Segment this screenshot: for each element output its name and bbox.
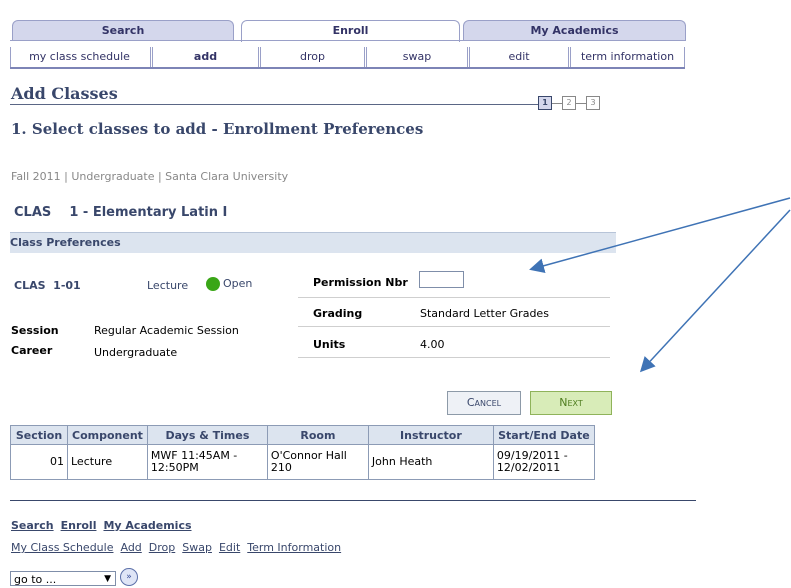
table-row: 01 Lecture MWF 11:45AM -12:50PM O'Connor…: [10, 444, 595, 480]
annotation-arrows: [529, 197, 791, 373]
term-line: Fall 2011 | Undergraduate | Santa Clara …: [11, 170, 289, 183]
career-label: Career: [11, 344, 53, 357]
step-1: 1: [538, 96, 552, 110]
permission-number-input[interactable]: [419, 271, 464, 288]
col-component: Component: [67, 425, 148, 445]
course-title: CLAS 1 - Elementary Latin I: [14, 205, 228, 220]
step-3: 3: [586, 96, 600, 110]
tab-my-academics[interactable]: My Academics: [463, 20, 686, 41]
class-component: Lecture: [147, 279, 189, 292]
arrow-to-permission: [529, 197, 791, 274]
status-label: Open: [223, 277, 253, 290]
class-code: CLAS 1-01: [14, 279, 81, 292]
footer-link-my-class-schedule[interactable]: My Class Schedule: [11, 541, 113, 554]
step-connector: [552, 103, 562, 104]
units-value: 4.00: [420, 338, 445, 351]
career-value: Undergraduate: [94, 346, 178, 359]
session-label: Session: [11, 324, 59, 337]
units-label: Units: [313, 338, 346, 351]
footer-link-search[interactable]: Search: [11, 519, 54, 532]
section-table: Section Component Days & Times Room Inst…: [10, 425, 595, 480]
subtab-drop[interactable]: drop: [258, 47, 364, 67]
footer-link-drop[interactable]: Drop: [149, 541, 175, 554]
cell-section: 01: [10, 444, 68, 480]
dates-line-2: 12/02/2011: [496, 461, 561, 474]
tab-enroll[interactable]: Enroll: [241, 20, 460, 42]
title-rule: [10, 104, 540, 105]
section-header-label: Class Preferences: [10, 236, 121, 249]
col-instructor: Instructor: [367, 425, 494, 445]
cell-component: Lecture: [67, 444, 148, 480]
footer-link-term-information[interactable]: Term Information: [247, 541, 341, 554]
subtab-edit[interactable]: edit: [467, 47, 568, 67]
open-status-icon: [206, 277, 220, 291]
goto-select[interactable]: go to ... ▼: [10, 571, 116, 586]
room-line-2: 210: [270, 461, 292, 474]
footer-link-enroll[interactable]: Enroll: [61, 519, 97, 532]
double-chevron-right-icon[interactable]: »: [120, 568, 138, 586]
footer-link-my-academics[interactable]: My Academics: [103, 519, 191, 532]
next-button[interactable]: Next: [530, 391, 612, 415]
footer-links-secondary: My Class Schedule Add Drop Swap Edit Ter…: [11, 541, 341, 554]
cell-room: O'Connor Hall 210: [266, 444, 369, 480]
footer-link-swap[interactable]: Swap: [182, 541, 212, 554]
days-line-2: 12:50PM: [150, 461, 199, 474]
subtab-add[interactable]: add: [150, 47, 258, 67]
col-room: Room: [266, 425, 369, 445]
footer-link-add[interactable]: Add: [120, 541, 141, 554]
cell-days-times: MWF 11:45AM -12:50PM: [146, 444, 268, 480]
cell-dates: 09/19/2011 -12/02/2011: [492, 444, 595, 480]
subtab-term-information[interactable]: term information: [568, 47, 685, 67]
table-header-row: Section Component Days & Times Room Inst…: [10, 425, 595, 445]
chevron-down-icon: ▼: [104, 574, 111, 584]
arrow-to-units: [639, 209, 791, 373]
step-connector: [576, 103, 586, 104]
sub-nav-underline: [10, 67, 685, 69]
subtab-my-class-schedule[interactable]: my class schedule: [10, 47, 148, 67]
permission-label: Permission Nbr: [313, 276, 408, 289]
cancel-button[interactable]: Cancel: [447, 391, 521, 415]
goto-value: go to ...: [14, 573, 57, 586]
footer-link-edit[interactable]: Edit: [219, 541, 240, 554]
status-badge: Open: [206, 277, 252, 291]
col-section: Section: [10, 425, 68, 445]
col-days-times: Days & Times: [146, 425, 268, 445]
subtab-swap[interactable]: swap: [364, 47, 467, 67]
footer-rule: [10, 500, 696, 501]
page-title: Add Classes: [11, 84, 118, 103]
footer-links-primary: Search Enroll My Academics: [11, 519, 192, 532]
tab-search[interactable]: Search: [12, 20, 234, 41]
step-heading: 1. Select classes to add - Enrollment Pr…: [11, 120, 424, 138]
step-2: 2: [562, 96, 576, 110]
col-start-end-date: Start/End Date: [492, 425, 595, 445]
sub-nav: my class schedule add drop swap edit ter…: [10, 47, 685, 67]
cell-instructor: John Heath: [367, 444, 494, 480]
tab-divider: [10, 40, 685, 41]
session-value: Regular Academic Session: [94, 324, 239, 337]
grading-label: Grading: [313, 307, 363, 320]
